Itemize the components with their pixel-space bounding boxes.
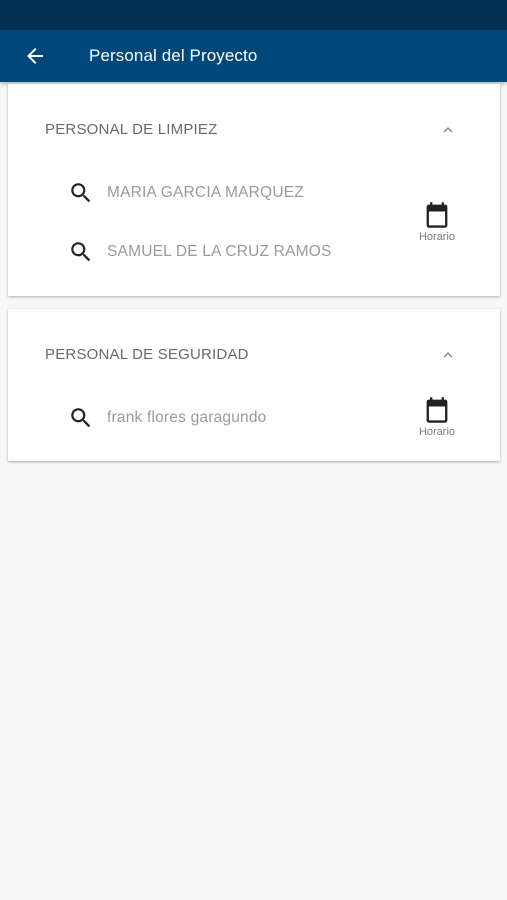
calendar-icon xyxy=(426,397,448,423)
schedule-label: Horario xyxy=(418,231,456,243)
back-button[interactable] xyxy=(18,40,52,72)
schedule-button[interactable]: Horario xyxy=(412,395,462,441)
page-title: Personal del Proyecto xyxy=(89,46,258,65)
group-panel-seguridad: PERSONAL DE SEGURIDAD frank flores garag… xyxy=(8,309,500,461)
chevron-up-icon[interactable] xyxy=(439,346,457,364)
arrow-back-icon xyxy=(27,48,43,64)
search-icon[interactable] xyxy=(68,180,94,206)
group-title: PERSONAL DE SEGURIDAD xyxy=(45,346,249,363)
member-row[interactable]: SAMUEL DE LA CRUZ RAMOS xyxy=(68,232,388,272)
member-name: frank flores garagundo xyxy=(107,409,267,426)
group-header-seguridad[interactable]: PERSONAL DE SEGURIDAD xyxy=(8,309,500,401)
calendar-icon xyxy=(426,202,448,228)
search-icon[interactable] xyxy=(68,405,94,431)
status-bar xyxy=(0,0,507,30)
member-name: MARIA GARCIA MARQUEZ xyxy=(107,184,304,201)
member-name: SAMUEL DE LA CRUZ RAMOS xyxy=(107,243,332,260)
group-header-limpieza[interactable]: PERSONAL DE LIMPIEZ xyxy=(8,84,500,176)
member-row[interactable]: MARIA GARCIA MARQUEZ xyxy=(68,173,388,213)
group-title: PERSONAL DE LIMPIEZ xyxy=(45,121,218,138)
schedule-button[interactable]: Horario xyxy=(412,200,462,246)
member-row[interactable]: frank flores garagundo xyxy=(68,398,388,438)
chevron-up-icon[interactable] xyxy=(439,121,457,139)
group-panel-limpieza: PERSONAL DE LIMPIEZ MARIA GARCIA MARQUEZ… xyxy=(8,84,500,296)
schedule-label: Horario xyxy=(418,426,456,438)
search-icon[interactable] xyxy=(68,239,94,265)
app-bar: Personal del Proyecto xyxy=(0,30,507,82)
